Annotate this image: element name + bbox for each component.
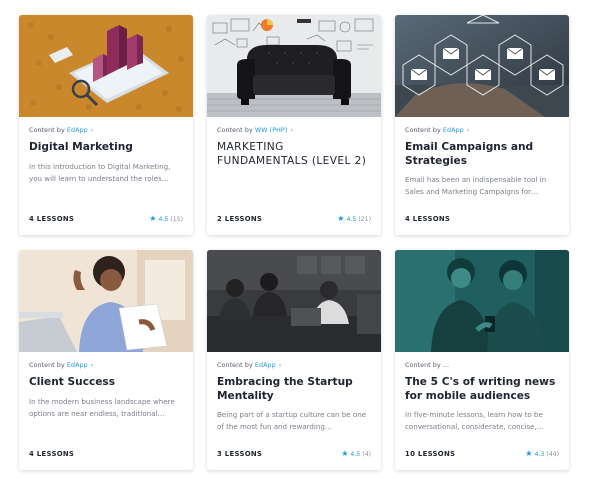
content-by-line: Content by ... bbox=[405, 362, 559, 369]
content-by-label: Content by bbox=[29, 127, 65, 134]
chevron-right-icon: › bbox=[278, 362, 282, 369]
content-by-label: Content by bbox=[217, 127, 253, 134]
rating-count: (21) bbox=[358, 215, 371, 223]
chevron-right-icon: › bbox=[90, 362, 94, 369]
course-card[interactable]: Content by EdApp › Digital Marketing In … bbox=[19, 15, 193, 235]
provider-link[interactable]: ... bbox=[443, 362, 449, 369]
content-by-label: Content by bbox=[405, 127, 441, 134]
course-card[interactable]: Content by WW (PHP) › MARKETING FUNDAMEN… bbox=[207, 15, 381, 235]
course-title[interactable]: Digital Marketing bbox=[29, 141, 183, 155]
star-icon: ★ bbox=[525, 449, 533, 458]
course-description: In five-minute lessons, learn how to be … bbox=[405, 410, 544, 432]
chevron-right-icon: › bbox=[90, 127, 94, 134]
star-icon: ★ bbox=[149, 214, 157, 223]
course-description: In the modern business landscape where o… bbox=[29, 396, 175, 418]
course-description: Email has been an indispensable tool in … bbox=[405, 175, 547, 197]
content-by-line: Content by EdApp › bbox=[405, 127, 559, 134]
course-description: Being part of a startup culture can be o… bbox=[217, 410, 367, 432]
course-title[interactable]: The 5 C's of writing news for mobile aud… bbox=[405, 376, 559, 403]
chevron-right-icon: › bbox=[290, 127, 294, 134]
star-icon: ★ bbox=[337, 214, 345, 223]
star-icon: ★ bbox=[341, 449, 349, 458]
course-thumbnail bbox=[19, 250, 193, 352]
rating: ★ 4.3 (44) bbox=[525, 450, 559, 458]
content-by-line: Content by EdApp › bbox=[29, 362, 183, 369]
course-card[interactable]: Content by EdApp › Embracing the Startup… bbox=[207, 250, 381, 470]
rating-value: 4.3 bbox=[534, 450, 545, 458]
lesson-count: 4 LESSONS bbox=[405, 215, 451, 223]
course-thumbnail bbox=[395, 250, 569, 352]
content-by-line: Content by WW (PHP) › bbox=[217, 127, 371, 134]
woman-laptop-image bbox=[19, 250, 193, 352]
course-card[interactable]: Content by EdApp › Client Success In the… bbox=[19, 250, 193, 470]
course-grid: Content by EdApp › Digital Marketing In … bbox=[0, 0, 600, 484]
course-title[interactable]: MARKETING FUNDAMENTALS (LEVEL 2) bbox=[217, 141, 371, 168]
course-title[interactable]: Client Success bbox=[29, 376, 183, 390]
rating: ★ 4.5 (4) bbox=[341, 450, 371, 458]
rating: ★ 4.5 (21) bbox=[337, 215, 371, 223]
rating-count: (15) bbox=[170, 215, 183, 223]
analytics-illustration-image bbox=[19, 15, 193, 117]
lesson-count: 4 LESSONS bbox=[29, 450, 75, 458]
rating-count: (4) bbox=[362, 450, 371, 458]
email-icons-image bbox=[395, 15, 569, 117]
course-title[interactable]: Embracing the Startup Mentality bbox=[217, 376, 371, 403]
provider-link[interactable]: EdApp bbox=[443, 127, 464, 134]
course-thumbnail bbox=[19, 15, 193, 117]
content-by-label: Content by bbox=[29, 362, 65, 369]
armchair-image bbox=[207, 15, 381, 117]
course-card[interactable]: Content by EdApp › Email Campaigns and S… bbox=[395, 15, 569, 235]
provider-link[interactable]: EdApp bbox=[67, 362, 88, 369]
course-thumbnail bbox=[395, 15, 569, 117]
lesson-count: 2 LESSONS bbox=[217, 215, 263, 223]
content-by-line: Content by EdApp › bbox=[217, 362, 371, 369]
rating-value: 4.5 bbox=[350, 450, 361, 458]
content-by-line: Content by EdApp › bbox=[29, 127, 183, 134]
course-description: In this introduction to Digital Marketin… bbox=[29, 161, 171, 183]
rating-count: (44) bbox=[546, 450, 559, 458]
content-by-label: Content by bbox=[405, 362, 441, 369]
provider-link[interactable]: EdApp bbox=[255, 362, 276, 369]
course-card[interactable]: Content by ... The 5 C's of writing news… bbox=[395, 250, 569, 470]
men-with-phone-image bbox=[395, 250, 569, 352]
rating-value: 4.5 bbox=[158, 215, 169, 223]
lesson-count: 3 LESSONS bbox=[217, 450, 263, 458]
rating: ★ 4.5 (15) bbox=[149, 215, 183, 223]
provider-link[interactable]: EdApp bbox=[67, 127, 88, 134]
course-thumbnail bbox=[207, 15, 381, 117]
chevron-right-icon: › bbox=[466, 127, 470, 134]
lesson-count: 4 LESSONS bbox=[29, 215, 75, 223]
course-thumbnail bbox=[207, 250, 381, 352]
startup-office-image bbox=[207, 250, 381, 352]
content-by-label: Content by bbox=[217, 362, 253, 369]
course-title[interactable]: Email Campaigns and Strategies bbox=[405, 141, 559, 168]
provider-link[interactable]: WW (PHP) bbox=[255, 127, 288, 134]
rating-value: 4.5 bbox=[346, 215, 357, 223]
lesson-count: 10 LESSONS bbox=[405, 450, 456, 458]
